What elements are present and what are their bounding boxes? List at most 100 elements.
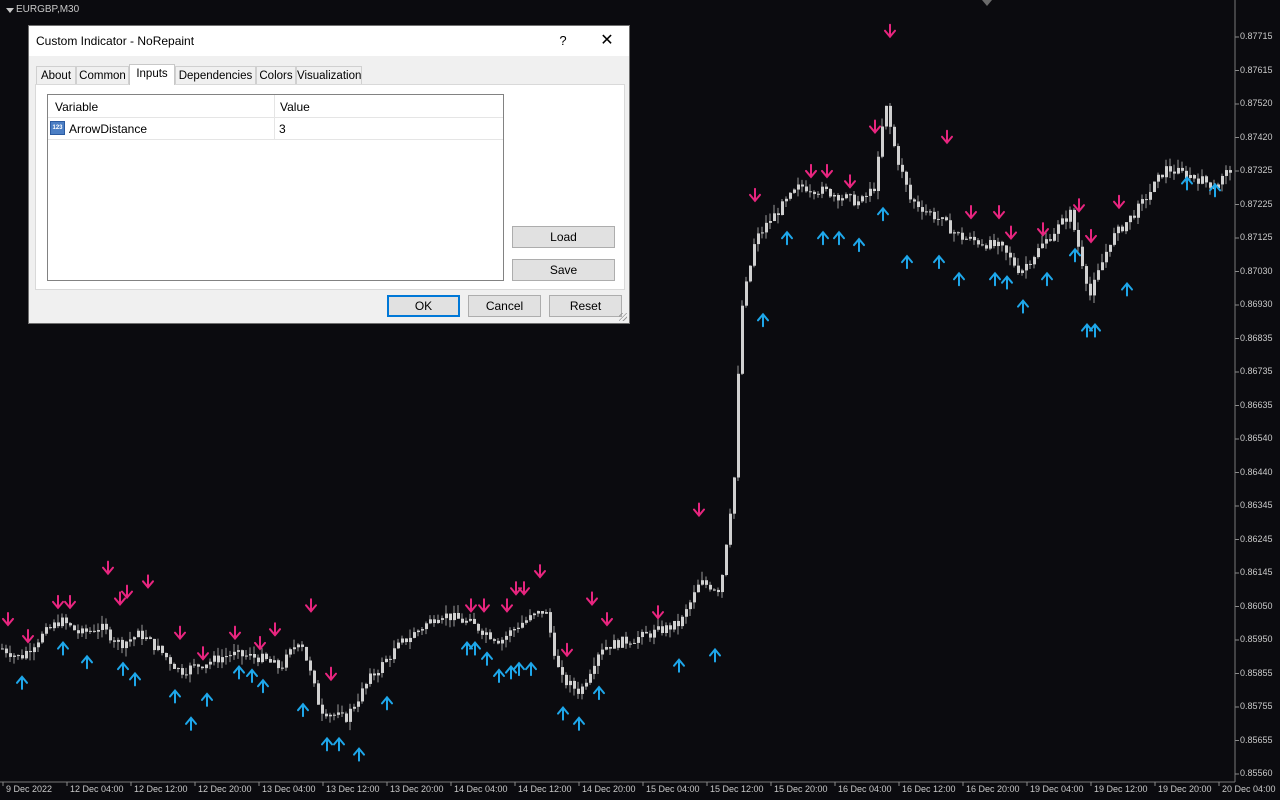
- candle-body: [457, 612, 460, 619]
- shift-marker-icon[interactable]: [982, 0, 992, 6]
- candle-body: [1045, 239, 1048, 244]
- time-label: 12 Dec 12:00: [134, 784, 188, 794]
- candle-body: [33, 647, 36, 653]
- candle-body: [213, 655, 216, 662]
- candle-body: [673, 620, 676, 630]
- candle-body: [429, 619, 432, 624]
- table-row[interactable]: 123 ArrowDistance 3: [48, 118, 503, 140]
- candle-body: [1005, 245, 1008, 253]
- header-variable[interactable]: Variable: [55, 100, 98, 114]
- price-label: 0.85950: [1240, 634, 1273, 644]
- header-value[interactable]: Value: [280, 100, 310, 114]
- candle-body: [45, 627, 48, 634]
- candle-body: [349, 708, 352, 722]
- sell-arrow-icon: [884, 23, 896, 39]
- cancel-button[interactable]: Cancel: [468, 295, 541, 317]
- candle-body: [521, 622, 524, 628]
- candle-body: [913, 199, 916, 202]
- candle-body: [929, 211, 932, 213]
- time-label: 16 Dec 04:00: [838, 784, 892, 794]
- candle-body: [657, 626, 660, 630]
- candle-body: [777, 213, 780, 215]
- candle-body: [681, 616, 684, 627]
- candle-body: [1165, 166, 1168, 178]
- buy-arrow-icon: [246, 668, 258, 683]
- candle-body: [245, 655, 248, 657]
- sell-arrow-icon: [844, 174, 856, 189]
- sell-arrow-icon: [821, 163, 833, 179]
- candle-body: [9, 653, 12, 657]
- sell-arrow-icon: [1005, 225, 1017, 241]
- tab-common[interactable]: Common: [76, 66, 129, 84]
- candle-body: [937, 218, 940, 220]
- resize-grip-icon[interactable]: [619, 313, 627, 321]
- candle-body: [329, 714, 332, 717]
- chart-symbol-label[interactable]: EURGBP,M30: [2, 3, 79, 17]
- candle-body: [665, 625, 668, 634]
- symbol-text: EURGBP,M30: [16, 4, 80, 15]
- time-label: 9 Dec 2022: [6, 784, 53, 794]
- candle-body: [885, 105, 888, 127]
- tab-colors[interactable]: Colors: [256, 66, 296, 84]
- candle-body: [1065, 218, 1068, 222]
- buy-arrow-icon: [1001, 275, 1013, 290]
- candle-body: [1133, 215, 1136, 218]
- chart-menu-triangle-icon[interactable]: [6, 8, 14, 13]
- time-label: 20 Dec 04:00: [1222, 784, 1276, 794]
- candle-body: [1029, 263, 1032, 265]
- sell-arrow-icon: [52, 594, 64, 610]
- sell-arrow-icon: [749, 187, 761, 203]
- save-button[interactable]: Save: [512, 259, 615, 281]
- tab-visualization[interactable]: Visualization: [296, 66, 362, 84]
- candle-body: [785, 198, 788, 202]
- sell-arrow-icon: [121, 584, 133, 600]
- help-button[interactable]: ?: [551, 30, 575, 52]
- candle-body: [749, 265, 752, 282]
- candle-body: [1125, 222, 1128, 232]
- sell-arrow-icon: [197, 646, 209, 661]
- candle-body: [453, 612, 456, 621]
- ok-button[interactable]: OK: [387, 295, 460, 317]
- price-label: 0.87615: [1240, 64, 1273, 75]
- candle-body: [973, 236, 976, 241]
- price-axis[interactable]: 0.87715 0.87615 0.87520 0.87420 0.87325 0.872…: [1235, 0, 1280, 782]
- candle-body: [493, 639, 496, 641]
- candle-body: [65, 617, 68, 624]
- tab-about[interactable]: About: [36, 66, 76, 84]
- candle-body: [285, 654, 288, 668]
- param-value[interactable]: 3: [279, 122, 286, 136]
- buy-arrow-icon: [57, 641, 69, 656]
- candle-body: [617, 640, 620, 648]
- dialog-titlebar[interactable]: Custom Indicator - NoRepaint ? ✕: [29, 26, 629, 56]
- candle-body: [1157, 174, 1160, 182]
- candle-body: [837, 195, 840, 201]
- buy-arrow-icon: [297, 702, 309, 718]
- price-label: 0.85560: [1240, 768, 1273, 778]
- buy-arrow-icon: [525, 661, 537, 677]
- candle-body: [1009, 252, 1012, 258]
- candle-body: [421, 629, 424, 631]
- time-axis[interactable]: 9 Dec 2022 12 Dec 04:00 12 Dec 12:00 12 Dec…: [0, 782, 1276, 800]
- candle-body: [93, 630, 96, 632]
- candle-body: [573, 680, 576, 689]
- candle-body: [525, 620, 528, 623]
- sell-arrow-icon: [325, 666, 337, 682]
- load-button[interactable]: Load: [512, 226, 615, 248]
- candle-body: [1, 648, 4, 650]
- reset-button[interactable]: Reset: [549, 295, 622, 317]
- buy-arrow-icon: [901, 254, 913, 270]
- candle-body: [233, 651, 236, 656]
- sell-arrow-icon: [64, 594, 76, 610]
- inputs-grid[interactable]: Variable Value 123 ArrowDistance 3: [47, 94, 504, 281]
- tab-inputs[interactable]: Inputs: [129, 64, 175, 85]
- buy-arrow-icon: [16, 675, 28, 690]
- tab-dependencies[interactable]: Dependencies: [175, 66, 256, 84]
- candle-body: [481, 630, 484, 635]
- close-button[interactable]: ✕: [595, 30, 619, 52]
- candle-body: [381, 662, 384, 673]
- candle-body: [533, 613, 536, 616]
- candle-body: [865, 195, 868, 197]
- integer-param-icon: 123: [50, 121, 65, 135]
- time-label: 19 Dec 12:00: [1094, 784, 1148, 794]
- price-label: 0.87520: [1240, 98, 1273, 108]
